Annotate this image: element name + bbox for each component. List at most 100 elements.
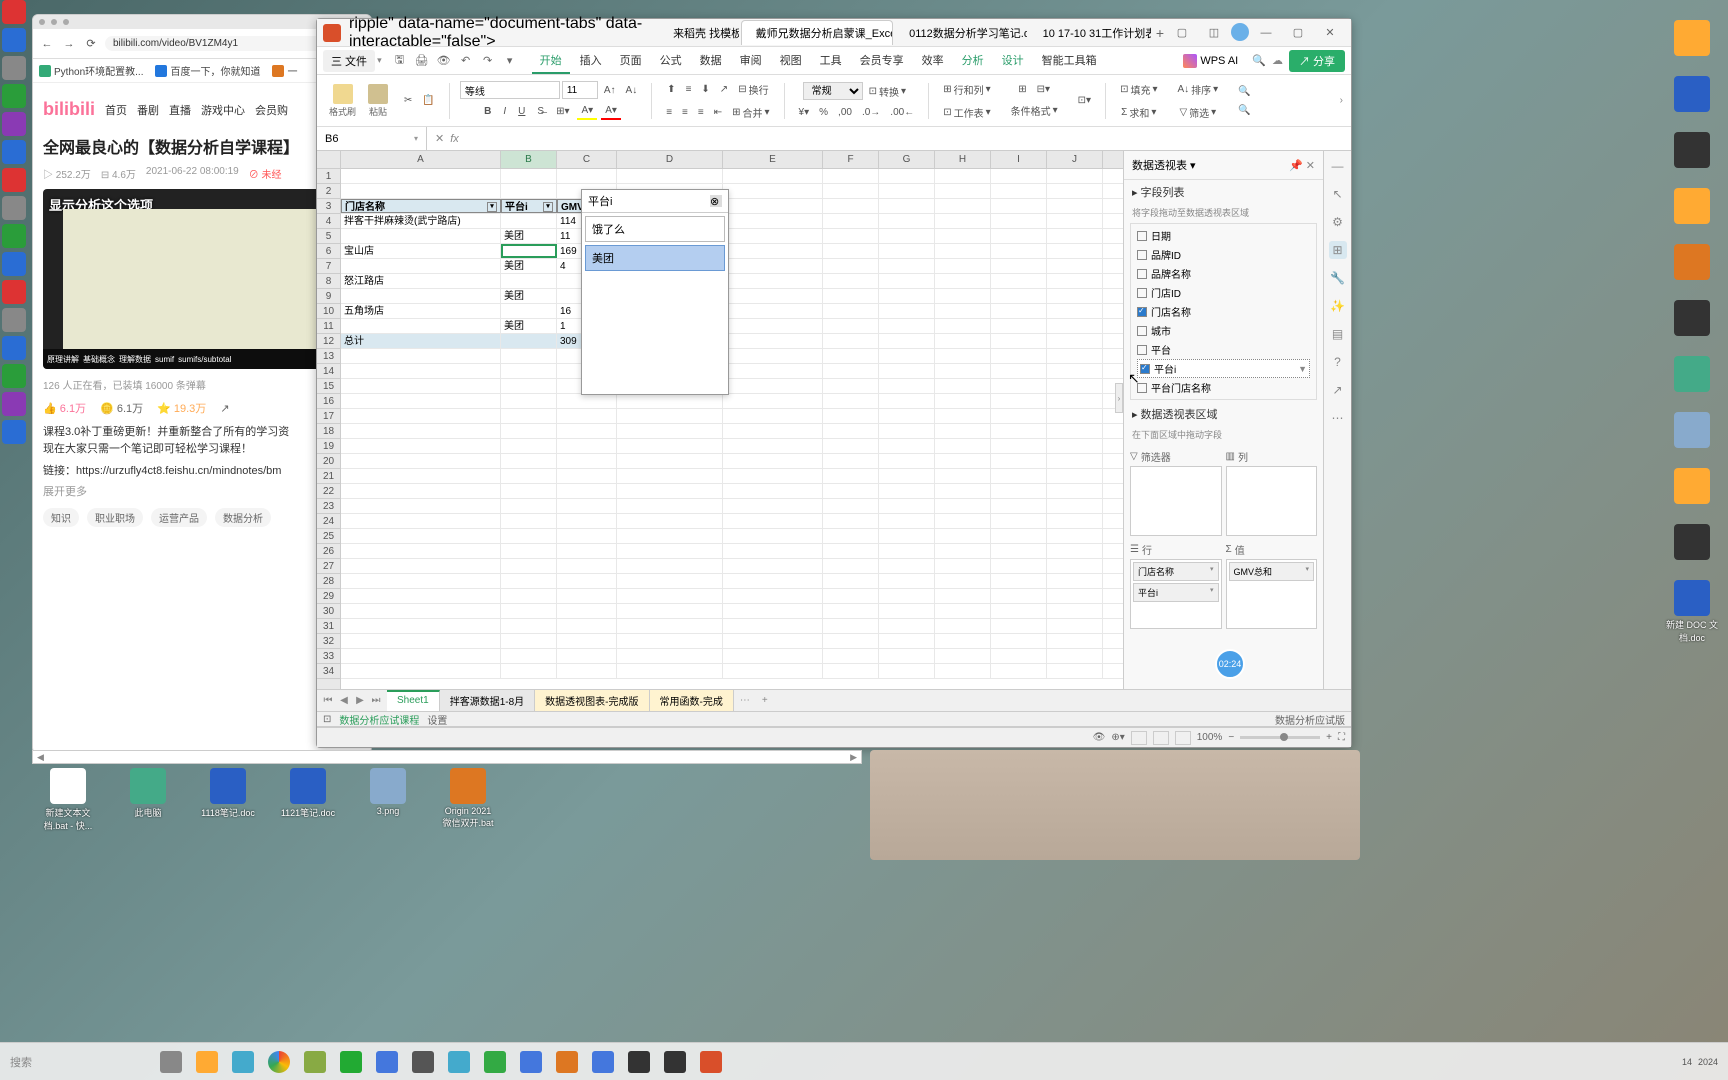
row-header[interactable]: 12	[317, 334, 340, 349]
format-painter-icon[interactable]	[333, 84, 353, 104]
dock-icon[interactable]	[2, 84, 26, 108]
cell[interactable]	[1047, 184, 1103, 198]
cell[interactable]	[723, 559, 823, 573]
cell[interactable]	[1047, 244, 1103, 258]
cell[interactable]	[501, 469, 557, 483]
share-button[interactable]: ↗	[220, 402, 229, 415]
cell[interactable]	[991, 259, 1047, 273]
cell[interactable]	[501, 364, 557, 378]
cell[interactable]	[723, 379, 823, 393]
cell[interactable]	[557, 619, 617, 633]
menu-tab-insert[interactable]: 插入	[572, 48, 610, 74]
align-middle-icon[interactable]: ≡	[682, 80, 696, 99]
desktop-shortcut[interactable]	[1664, 244, 1720, 280]
cell[interactable]	[723, 349, 823, 363]
desktop-shortcut[interactable]	[1664, 300, 1720, 336]
taskbar-app[interactable]	[514, 1047, 548, 1077]
cell[interactable]	[723, 514, 823, 528]
page-view-icon[interactable]	[1153, 731, 1169, 745]
cell[interactable]	[879, 274, 935, 288]
cell[interactable]	[341, 229, 501, 243]
fx-icon[interactable]: fx	[450, 133, 459, 145]
cell[interactable]	[991, 544, 1047, 558]
dock-icon[interactable]	[2, 420, 26, 444]
cell[interactable]	[991, 409, 1047, 423]
col-header[interactable]: E	[723, 151, 823, 168]
row-header[interactable]: 33	[317, 649, 340, 664]
share-icon[interactable]: ↗	[1329, 381, 1347, 399]
cell[interactable]	[991, 184, 1047, 198]
pivot-field-item[interactable]: 门店名称	[1137, 302, 1310, 321]
cell[interactable]	[341, 484, 501, 498]
slicer-clear-filter-icon[interactable]: ⊗	[710, 195, 722, 207]
cell[interactable]	[557, 514, 617, 528]
cell[interactable]	[823, 529, 879, 543]
cell[interactable]	[1047, 604, 1103, 618]
percent-icon[interactable]: %	[815, 105, 832, 120]
pivot-icon[interactable]: ⊞	[1329, 241, 1347, 259]
wps-titlebar[interactable]: ripple" data-name="document-tabs" data-i…	[317, 19, 1351, 47]
cell[interactable]	[557, 469, 617, 483]
cell[interactable]	[501, 214, 557, 228]
cell[interactable]	[879, 244, 935, 258]
row-header[interactable]: 27	[317, 559, 340, 574]
cell[interactable]	[1047, 289, 1103, 303]
col-header[interactable]: C	[557, 151, 617, 168]
tag[interactable]: 职业职场	[87, 508, 143, 527]
cell[interactable]	[935, 334, 991, 348]
collapse-icon[interactable]: —	[1329, 157, 1347, 175]
cell[interactable]	[1047, 259, 1103, 273]
cell[interactable]	[341, 544, 501, 558]
cell[interactable]	[823, 199, 879, 213]
menu-tab-start[interactable]: 开始	[532, 48, 570, 74]
dock-icon[interactable]	[2, 308, 26, 332]
cell[interactable]	[823, 214, 879, 228]
col-header[interactable]: B	[501, 151, 557, 168]
cell[interactable]	[617, 589, 723, 603]
cell[interactable]: 门店名称▾	[341, 199, 501, 213]
cell[interactable]	[935, 364, 991, 378]
delete-cells-icon[interactable]: ⊟▾	[1033, 82, 1054, 97]
cell[interactable]	[879, 349, 935, 363]
dock-icon[interactable]	[2, 140, 26, 164]
row-header[interactable]: 14	[317, 364, 340, 379]
cell[interactable]	[991, 349, 1047, 363]
cell[interactable]	[879, 619, 935, 633]
expand-button[interactable]: 展开更多	[43, 484, 361, 501]
document-tab-active[interactable]: 戴师兄数据分析启蒙课_Exce... ● ×	[741, 20, 893, 45]
cell[interactable]	[823, 364, 879, 378]
cell[interactable]	[935, 199, 991, 213]
cell[interactable]	[991, 574, 1047, 588]
row-header[interactable]: 29	[317, 589, 340, 604]
cell[interactable]	[557, 394, 617, 408]
cell[interactable]	[617, 649, 723, 663]
cell[interactable]	[935, 229, 991, 243]
row-header[interactable]: 9	[317, 289, 340, 304]
cell[interactable]	[723, 619, 823, 633]
cell[interactable]	[1047, 619, 1103, 633]
find-icon[interactable]: 🔍	[1234, 84, 1254, 99]
cell[interactable]	[501, 169, 557, 183]
cell[interactable]	[823, 559, 879, 573]
cell[interactable]	[723, 454, 823, 468]
decrease-font-icon[interactable]: A↓	[622, 81, 642, 99]
cell[interactable]	[723, 424, 823, 438]
cell[interactable]	[617, 604, 723, 618]
row-header[interactable]: 19	[317, 439, 340, 454]
cell[interactable]	[935, 634, 991, 648]
rows-drop-area[interactable]: 门店名称▾ 平台i▾	[1130, 559, 1222, 629]
cell[interactable]	[617, 514, 723, 528]
cell[interactable]	[501, 649, 557, 663]
taskbar-app[interactable]	[658, 1047, 692, 1077]
row-header[interactable]: 34	[317, 664, 340, 679]
cloud-icon[interactable]: ☁	[1272, 54, 1283, 67]
cell[interactable]	[991, 469, 1047, 483]
desktop-shortcut[interactable]	[1664, 188, 1720, 224]
cell[interactable]	[501, 589, 557, 603]
cell[interactable]	[723, 394, 823, 408]
cell[interactable]	[557, 409, 617, 423]
bookmark-item[interactable]: Python环境配置教...	[39, 63, 143, 78]
cell[interactable]	[557, 454, 617, 468]
cell[interactable]	[935, 214, 991, 228]
row-header[interactable]: 18	[317, 424, 340, 439]
